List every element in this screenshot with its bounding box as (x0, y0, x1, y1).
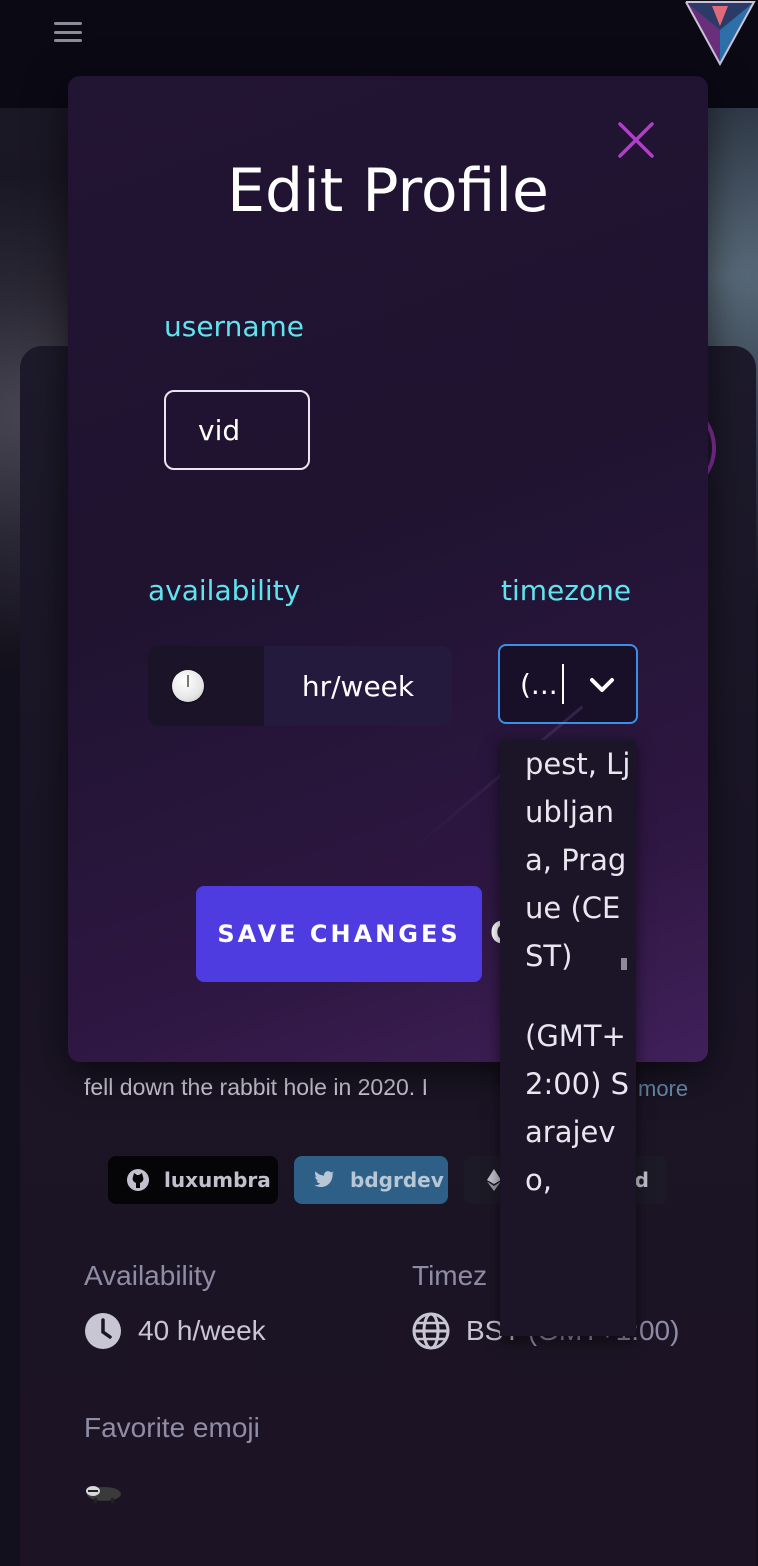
save-changes-button[interactable]: SAVE CHANGES (196, 886, 482, 982)
availability-field-label: availability (148, 574, 301, 607)
profile-bio: fell down the rabbit hole in 2020. I (84, 1074, 428, 1100)
chevron-down-icon (590, 678, 614, 692)
modal-title: Edit Profile (227, 156, 549, 226)
favorite-emoji-label: Favorite emoji (84, 1412, 260, 1443)
github-username: luxumbra (164, 1168, 271, 1192)
logo-icon[interactable] (682, 0, 758, 66)
timezone-dropdown-list[interactable]: pest, Ljubljana, Prague (CEST) (GMT+2:00… (500, 740, 636, 1336)
text-cursor (561, 664, 564, 704)
timezone-label: Timez (412, 1260, 488, 1291)
availability-input[interactable] (148, 646, 264, 726)
timezone-selected-value: (... (520, 667, 558, 701)
clock-icon (85, 1313, 121, 1349)
availability-input-group: hr/week (148, 646, 452, 726)
username-label: username (164, 310, 304, 343)
timezone-select[interactable]: (... (498, 644, 638, 724)
github-icon (127, 1169, 149, 1191)
badger-emoji-icon (86, 1486, 121, 1503)
twitter-username: bdgrdev (350, 1168, 444, 1192)
twitter-link[interactable]: bdgrdev (294, 1156, 448, 1204)
availability-value: 40 h/week (84, 1312, 266, 1350)
availability-text: 40 h/week (138, 1315, 266, 1346)
timezone-option[interactable]: (GMT+2:00) Sarajevo, (500, 1012, 636, 1204)
github-link[interactable]: luxumbra (108, 1156, 278, 1204)
modal-close-button[interactable] (616, 120, 656, 160)
availability-unit-addon: hr/week (264, 646, 452, 726)
close-icon (618, 122, 654, 158)
availability-label: Availability (84, 1260, 216, 1291)
twitter-icon (314, 1171, 335, 1187)
hamburger-icon[interactable] (54, 20, 82, 44)
dropdown-scrollbar[interactable] (621, 958, 627, 970)
timezone-option[interactable]: pest, Ljubljana, Prague (CEST) (500, 740, 636, 980)
globe-icon (412, 1312, 450, 1350)
bio-read-more-link[interactable]: more (638, 1076, 688, 1102)
timezone-field-label: timezone (501, 574, 632, 607)
availability-stepper-knob[interactable] (172, 670, 204, 702)
username-input[interactable] (164, 390, 310, 470)
